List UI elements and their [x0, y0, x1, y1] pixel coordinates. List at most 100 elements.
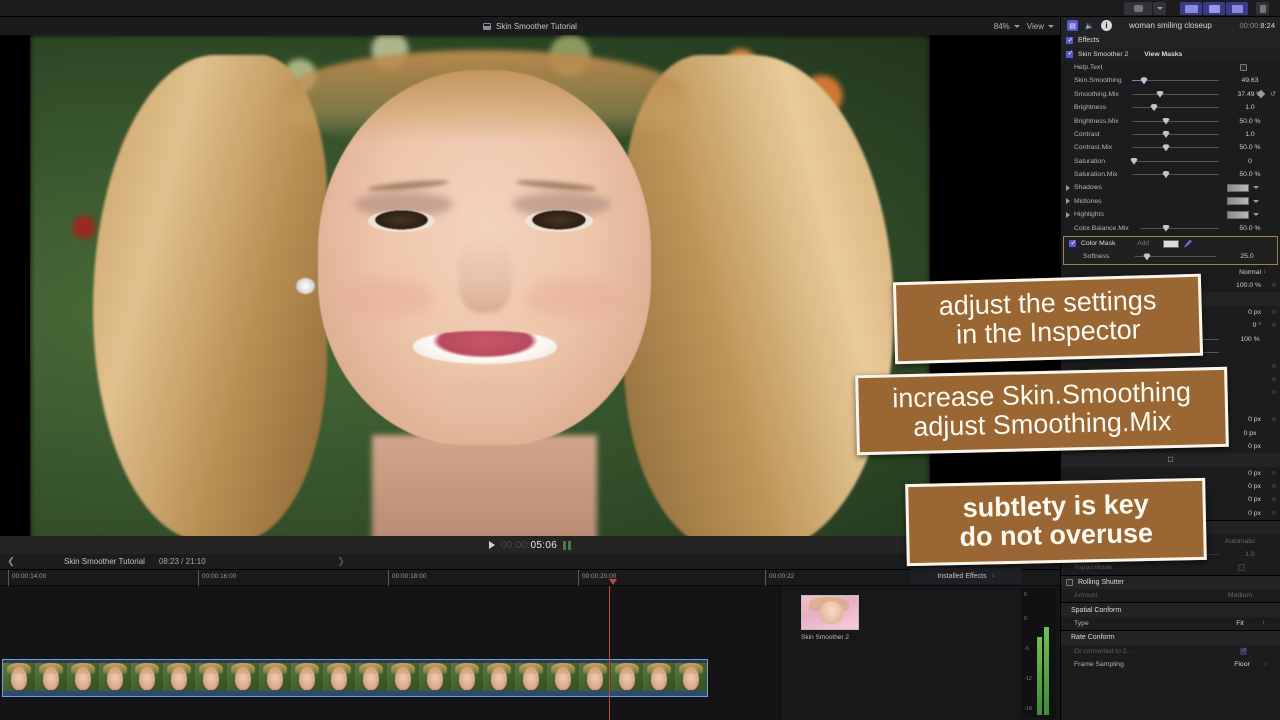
disclosure-triangle-icon[interactable]: [1066, 184, 1070, 191]
amount-value[interactable]: Medium: [1205, 592, 1275, 599]
reset-icon[interactable]: ○: [1272, 483, 1276, 490]
param-row-help-text[interactable]: Help.Text: [1061, 61, 1280, 74]
reset-icon[interactable]: ○: [1272, 416, 1276, 423]
param-value-contrast[interactable]: 1.0: [1225, 131, 1275, 138]
frame-sampling-row[interactable]: Frame Sampling Floor ↕: [1061, 658, 1280, 671]
timeline-playhead[interactable]: [609, 586, 610, 720]
scale-all-value[interactable]: 100 %: [1225, 336, 1275, 343]
method-value[interactable]: Automatic: [1205, 538, 1275, 545]
param-row-shadows[interactable]: Shadows: [1061, 181, 1280, 194]
param-value-skin-smoothing[interactable]: 49.63: [1225, 77, 1275, 84]
converted-checkbox[interactable]: [1240, 646, 1247, 655]
position-value[interactable]: 0 px: [1225, 309, 1275, 316]
reset-icon[interactable]: ○: [1272, 363, 1276, 370]
reset-icon[interactable]: ○: [1272, 496, 1276, 503]
rotation-value[interactable]: 0 °: [1225, 322, 1275, 329]
param-value-brightness[interactable]: 1.0: [1225, 104, 1275, 111]
play-icon[interactable]: [488, 541, 495, 549]
param-row-smoothing-mix[interactable]: Smoothing.Mix 37.49 % ↺: [1061, 88, 1280, 101]
type-value[interactable]: Fit: [1220, 620, 1260, 627]
opacity-value[interactable]: 100.0 %: [1225, 282, 1275, 289]
param-row-color-balance-mix[interactable]: Color.Balance.Mix 50.0 %: [1061, 221, 1280, 234]
color-mask-row[interactable]: Color Mask Add: [1064, 237, 1277, 250]
timeline-track-area[interactable]: [0, 586, 780, 720]
distort-section-header[interactable]: ☐: [1061, 453, 1280, 467]
view-masks-button[interactable]: View Masks: [1144, 51, 1182, 58]
param-row-contrast-mix[interactable]: Contrast.Mix 50.0 %: [1061, 141, 1280, 154]
param-row-highlights[interactable]: Highlights: [1061, 208, 1280, 221]
view-options-menu[interactable]: View: [1027, 22, 1054, 31]
param-row-saturation-mix[interactable]: Saturation.Mix 50.0 %: [1061, 168, 1280, 181]
browser-chevron-button[interactable]: [1153, 2, 1166, 15]
reset-icon[interactable]: ○: [1272, 376, 1276, 383]
softness-value[interactable]: 25.0: [1222, 253, 1272, 260]
skin-smoothing-slider[interactable]: [1128, 74, 1225, 87]
tripod-mode-row[interactable]: Tripod Mode: [1061, 561, 1280, 574]
param-row-brightness-mix[interactable]: Brightness.Mix 50.0 %: [1061, 114, 1280, 127]
param-value-brightness-mix[interactable]: 50.0 %: [1225, 118, 1275, 125]
smoothing-mix-slider[interactable]: [1128, 88, 1225, 101]
video-inspector-icon[interactable]: ▤: [1067, 20, 1078, 31]
reset-icon[interactable]: ○: [1272, 389, 1276, 396]
eyedropper-icon[interactable]: [1183, 239, 1192, 248]
audio-meter[interactable]: 6 0 -6 -12 -18: [1022, 588, 1056, 718]
installed-effects-tab[interactable]: Installed Effects ↕: [911, 568, 1021, 584]
crop-value-5[interactable]: 0 px: [1225, 496, 1275, 503]
timeline-clip[interactable]: [2, 659, 708, 697]
audio-inspector-icon[interactable]: 🔈: [1084, 20, 1095, 31]
effects-enable-checkbox[interactable]: [1066, 36, 1073, 45]
param-row-brightness[interactable]: Brightness 1.0: [1061, 101, 1280, 114]
softness-slider[interactable]: [1131, 250, 1222, 263]
smoothing-value[interactable]: 1.0: [1225, 551, 1275, 558]
help-text-checkbox[interactable]: [1240, 63, 1247, 71]
rolling-shutter-header[interactable]: Rolling Shutter: [1061, 575, 1280, 590]
color-mask-add-button[interactable]: Add: [1137, 240, 1149, 247]
timeline-ruler[interactable]: 00:00:14:00 00:00:16:00 00:00:18:00 00:0…: [0, 570, 1060, 586]
color-mask-checkbox[interactable]: [1069, 239, 1076, 248]
reset-icon[interactable]: ↺: [1270, 90, 1276, 98]
param-row-skin-smoothing[interactable]: Skin.Smoothing 49.63: [1061, 74, 1280, 87]
crop-value-1[interactable]: 0 px: [1225, 430, 1275, 437]
effects-section-header[interactable]: Effects: [1061, 34, 1280, 48]
rolling-shutter-amount-row[interactable]: Amount Medium: [1061, 589, 1280, 602]
crop-value-0[interactable]: 0 px: [1225, 416, 1275, 423]
viewer-timecode[interactable]: 00:00:05:06: [501, 540, 557, 551]
param-row-saturation[interactable]: Saturation 0: [1061, 155, 1280, 168]
param-value-saturation[interactable]: 0: [1225, 158, 1275, 165]
param-row-midtones[interactable]: Midtones: [1061, 195, 1280, 208]
color-mask-softness-row[interactable]: Softness 25.0: [1064, 250, 1277, 263]
share-button[interactable]: [1256, 2, 1269, 15]
effects-browser-button[interactable]: [1203, 2, 1225, 15]
saturation-slider[interactable]: [1128, 155, 1225, 168]
crop-value-3[interactable]: 0 px: [1225, 470, 1275, 477]
effect-thumbnail-card[interactable]: Skin Smoother 2: [801, 595, 859, 641]
reset-icon[interactable]: ○: [1272, 322, 1276, 329]
playhead-marker[interactable]: [609, 579, 617, 585]
rate-converted-row[interactable]: Or converted to 2...: [1061, 645, 1280, 658]
color-balance-mix-slider[interactable]: [1136, 222, 1225, 235]
param-value-saturation-mix[interactable]: 50.0 %: [1225, 171, 1275, 178]
param-value-contrast-mix[interactable]: 50.0 %: [1225, 144, 1275, 151]
crop-value-6[interactable]: 0 px: [1225, 510, 1275, 517]
keyword-editor-button[interactable]: [1180, 2, 1202, 15]
browser-toggle-button[interactable]: [1124, 2, 1152, 15]
crop-value-2[interactable]: 0 px: [1225, 443, 1275, 450]
chevron-down-icon[interactable]: [1253, 199, 1259, 203]
midtones-color-swatch[interactable]: [1227, 197, 1249, 206]
highlights-color-swatch[interactable]: [1227, 210, 1249, 219]
spatial-conform-type-row[interactable]: Type Fit ↕: [1061, 617, 1280, 630]
brightness-mix-slider[interactable]: [1128, 115, 1225, 128]
info-inspector-icon[interactable]: i: [1101, 20, 1112, 31]
param-value-smoothing-mix[interactable]: 37.49 %: [1225, 91, 1275, 98]
reset-icon[interactable]: ○: [1272, 470, 1276, 477]
reset-icon[interactable]: ○: [1272, 282, 1276, 289]
nav-forward-arrow[interactable]: ❯: [330, 556, 352, 567]
reset-icon[interactable]: ○: [1272, 309, 1276, 316]
reset-icon[interactable]: ○: [1272, 510, 1276, 517]
brightness-slider[interactable]: [1128, 101, 1225, 114]
param-value-color-balance-mix[interactable]: 50.0 %: [1225, 225, 1275, 232]
zoom-level-menu[interactable]: 84%: [994, 22, 1020, 31]
shadows-color-swatch[interactable]: [1227, 183, 1249, 192]
frame-sampling-value[interactable]: Floor: [1222, 661, 1262, 668]
nav-back-arrow[interactable]: ❮: [0, 556, 22, 567]
